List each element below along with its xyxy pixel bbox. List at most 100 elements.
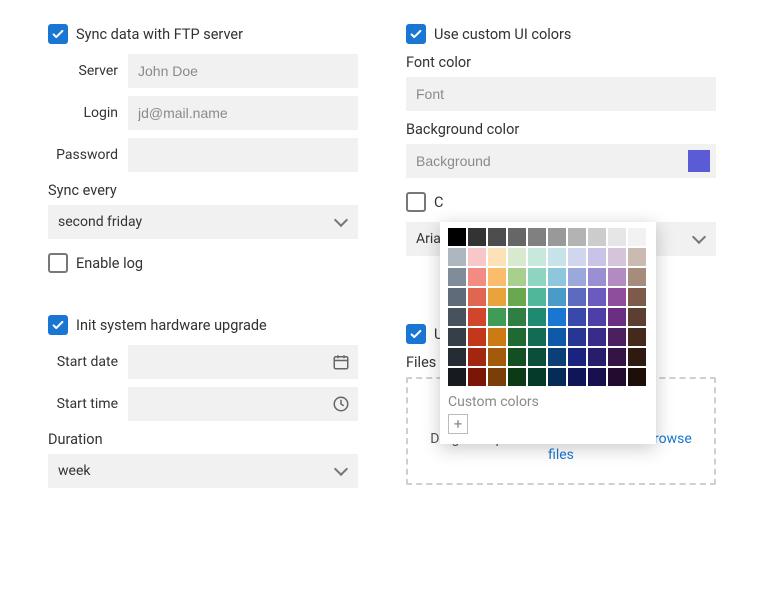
color-swatch[interactable]	[608, 248, 626, 266]
checkbox-checked-icon[interactable]	[406, 324, 426, 344]
init-hardware-checkbox-row[interactable]: Init system hardware upgrade	[48, 315, 358, 335]
start-time-input[interactable]	[128, 387, 358, 421]
color-swatch[interactable]	[448, 328, 466, 346]
color-swatch[interactable]	[468, 308, 486, 326]
add-custom-color-button[interactable]: +	[448, 414, 468, 434]
color-swatch[interactable]	[468, 328, 486, 346]
color-swatch[interactable]	[548, 268, 566, 286]
color-swatch[interactable]	[448, 288, 466, 306]
checkbox-unchecked-icon[interactable]	[406, 192, 426, 212]
color-swatch[interactable]	[488, 268, 506, 286]
color-swatch[interactable]	[548, 368, 566, 386]
color-swatch[interactable]	[608, 228, 626, 246]
custom-font-checkbox-row[interactable]: C	[406, 192, 446, 212]
checkbox-checked-icon[interactable]	[48, 315, 68, 335]
sync-every-select[interactable]: second friday	[48, 205, 358, 239]
color-swatch[interactable]	[548, 248, 566, 266]
color-swatch[interactable]	[488, 328, 506, 346]
color-swatch[interactable]	[588, 308, 606, 326]
server-input[interactable]	[128, 54, 358, 88]
color-swatch[interactable]	[568, 348, 586, 366]
color-swatch[interactable]	[508, 308, 526, 326]
checkbox-unchecked-icon[interactable]	[48, 253, 68, 273]
color-swatch[interactable]	[628, 348, 646, 366]
color-swatch[interactable]	[528, 248, 546, 266]
color-swatch[interactable]	[568, 248, 586, 266]
color-swatch[interactable]	[628, 268, 646, 286]
duration-select[interactable]: week	[48, 454, 358, 488]
color-swatch[interactable]	[608, 328, 626, 346]
color-swatch[interactable]	[468, 368, 486, 386]
color-swatch[interactable]	[508, 348, 526, 366]
color-swatch[interactable]	[508, 288, 526, 306]
color-swatch[interactable]	[628, 308, 646, 326]
color-swatch[interactable]	[588, 368, 606, 386]
color-swatch[interactable]	[468, 348, 486, 366]
color-swatch[interactable]	[608, 348, 626, 366]
color-swatch[interactable]	[528, 228, 546, 246]
color-swatch[interactable]	[608, 288, 626, 306]
color-swatch[interactable]	[468, 228, 486, 246]
start-date-input[interactable]	[128, 345, 358, 379]
font-color-input[interactable]	[406, 77, 716, 111]
color-swatch[interactable]	[508, 228, 526, 246]
color-swatch[interactable]	[448, 368, 466, 386]
color-swatch[interactable]	[628, 248, 646, 266]
checkbox-checked-icon[interactable]	[48, 24, 68, 44]
custom-colors-checkbox-row[interactable]: Use custom UI colors	[406, 24, 716, 44]
color-swatch[interactable]	[588, 328, 606, 346]
color-swatch[interactable]	[568, 228, 586, 246]
color-swatch[interactable]	[448, 348, 466, 366]
checkbox-checked-icon[interactable]	[406, 24, 426, 44]
color-swatch[interactable]	[448, 308, 466, 326]
enable-log-checkbox-row[interactable]: Enable log	[48, 253, 358, 273]
color-swatch[interactable]	[488, 348, 506, 366]
color-swatch-icon[interactable]	[688, 150, 710, 172]
color-swatch[interactable]	[548, 288, 566, 306]
color-swatch[interactable]	[588, 268, 606, 286]
color-swatch[interactable]	[568, 288, 586, 306]
color-swatch[interactable]	[628, 288, 646, 306]
color-swatch[interactable]	[548, 308, 566, 326]
color-swatch[interactable]	[528, 288, 546, 306]
color-swatch[interactable]	[508, 268, 526, 286]
color-swatch[interactable]	[548, 228, 566, 246]
clock-icon[interactable]	[332, 395, 350, 413]
color-swatch[interactable]	[608, 308, 626, 326]
background-color-input[interactable]	[406, 144, 716, 178]
color-swatch[interactable]	[528, 368, 546, 386]
color-swatch[interactable]	[568, 308, 586, 326]
color-swatch[interactable]	[448, 248, 466, 266]
color-swatch[interactable]	[548, 328, 566, 346]
color-swatch[interactable]	[488, 228, 506, 246]
color-swatch[interactable]	[548, 348, 566, 366]
color-swatch[interactable]	[588, 228, 606, 246]
color-swatch[interactable]	[508, 248, 526, 266]
sync-ftp-checkbox-row[interactable]: Sync data with FTP server	[48, 24, 358, 44]
color-swatch[interactable]	[488, 248, 506, 266]
color-swatch[interactable]	[628, 368, 646, 386]
color-swatch[interactable]	[468, 248, 486, 266]
color-swatch[interactable]	[528, 308, 546, 326]
color-swatch[interactable]	[528, 328, 546, 346]
color-swatch[interactable]	[468, 268, 486, 286]
color-swatch[interactable]	[488, 368, 506, 386]
color-swatch[interactable]	[508, 368, 526, 386]
color-swatch[interactable]	[468, 288, 486, 306]
color-swatch[interactable]	[588, 348, 606, 366]
color-swatch[interactable]	[508, 328, 526, 346]
color-swatch[interactable]	[608, 368, 626, 386]
color-swatch[interactable]	[608, 268, 626, 286]
color-swatch[interactable]	[568, 268, 586, 286]
password-input[interactable]	[128, 138, 358, 172]
color-swatch[interactable]	[628, 228, 646, 246]
calendar-icon[interactable]	[332, 353, 350, 371]
color-swatch[interactable]	[528, 348, 546, 366]
color-swatch[interactable]	[568, 328, 586, 346]
color-swatch[interactable]	[448, 228, 466, 246]
color-swatch[interactable]	[588, 248, 606, 266]
color-swatch[interactable]	[588, 288, 606, 306]
color-swatch[interactable]	[448, 268, 466, 286]
color-swatch[interactable]	[488, 308, 506, 326]
color-swatch[interactable]	[488, 288, 506, 306]
